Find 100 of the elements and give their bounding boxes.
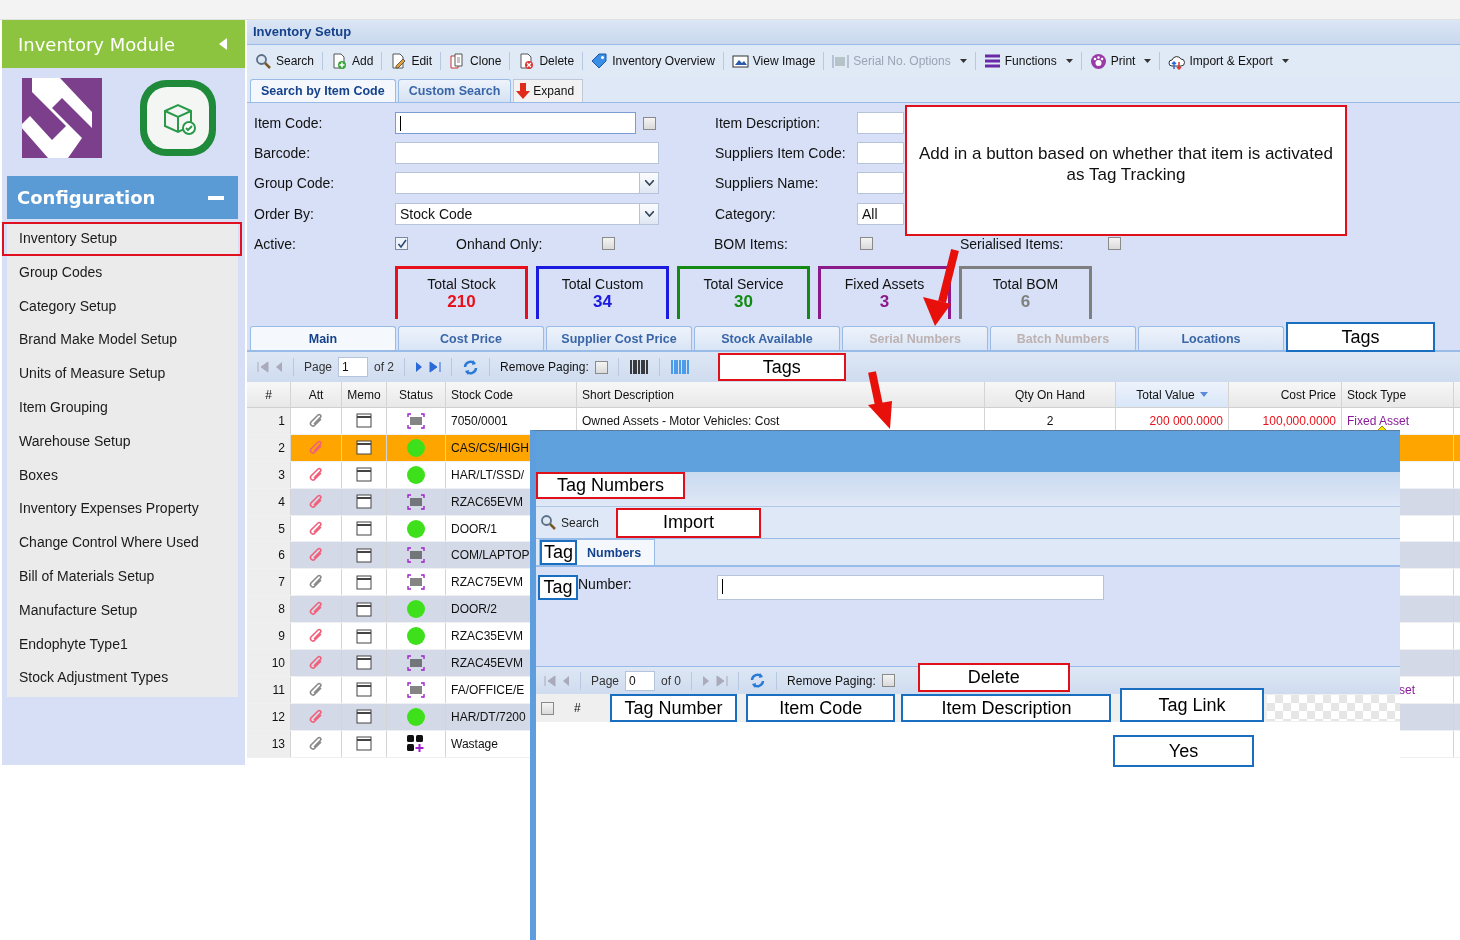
- calendar-icon: [356, 655, 372, 671]
- toolbar-button[interactable]: Import & Export: [1164, 52, 1293, 70]
- field-label: Group Code:: [254, 175, 336, 192]
- field-label: Category:: [715, 205, 777, 222]
- toolbar-button[interactable]: Edit: [386, 52, 437, 70]
- table-cell: CAS/CS/HIGH: [451, 440, 529, 455]
- page-field[interactable]: 0: [625, 670, 656, 691]
- column-header[interactable]: Total Value: [1116, 382, 1229, 407]
- search-button[interactable]: Search: [536, 514, 616, 531]
- checkbox-label: Remove Paging:: [787, 673, 876, 688]
- search-tab[interactable]: Search by Item Code: [250, 79, 396, 102]
- document-delete-icon: [518, 52, 536, 70]
- input-field[interactable]: [857, 112, 904, 135]
- calendar-icon: [356, 547, 372, 563]
- card-value: 30: [734, 291, 753, 312]
- toolbar-button[interactable]: Inventory Overview: [587, 52, 719, 70]
- checkbox-label: Onhand Only:: [456, 235, 544, 252]
- table-cell: Yes: [1113, 735, 1254, 767]
- menu-item[interactable]: Units of Measure Setup: [7, 357, 238, 391]
- menu-item[interactable]: Bill of Materials Setup: [7, 559, 238, 594]
- menu-item[interactable]: Warehouse Setup: [7, 424, 238, 459]
- summary-card[interactable]: Total Service 30: [677, 265, 810, 322]
- grid-tab[interactable]: Supplier Cost Price: [546, 326, 692, 350]
- next-page-icon: [415, 361, 424, 373]
- column-header[interactable]: Att: [291, 382, 342, 407]
- module-title: Inventory Module: [18, 33, 176, 55]
- column-header[interactable]: Stock Code: [446, 382, 577, 407]
- input-field[interactable]: [717, 575, 1104, 600]
- grid-tab[interactable]: Main: [250, 326, 396, 350]
- toolbar-button[interactable]: View Image: [727, 52, 820, 70]
- menu-item[interactable]: Brand Make Model Setup: [7, 323, 238, 358]
- row-number: 7: [247, 569, 291, 596]
- expand-button[interactable]: Expand: [513, 79, 584, 102]
- input-field[interactable]: [395, 142, 659, 165]
- column-header[interactable]: Item Code: [746, 694, 896, 722]
- paw-circle-icon: [1089, 52, 1107, 70]
- menu-item[interactable]: Inventory Setup: [2, 222, 242, 256]
- page-label: Page: [591, 673, 620, 688]
- input-field[interactable]: All: [857, 202, 904, 225]
- summary-card[interactable]: Total Stock 210: [395, 265, 528, 322]
- section-title: Configuration: [17, 187, 156, 208]
- menu-item[interactable]: Inventory Expenses Property: [7, 492, 238, 527]
- menu-item[interactable]: Category Setup: [7, 289, 238, 324]
- menu-item[interactable]: Manufacture Setup: [7, 593, 238, 628]
- calendar-icon: [356, 467, 372, 483]
- menu-item[interactable]: Change Control Where Used: [7, 526, 238, 560]
- grid-tab[interactable]: Tags: [1286, 322, 1435, 352]
- grid-tab[interactable]: Stock Available: [694, 326, 840, 350]
- toolbar-button[interactable]: Clone: [445, 52, 506, 70]
- import-button[interactable]: Import: [616, 507, 761, 538]
- menu-item[interactable]: Endophyte Type1: [7, 627, 238, 662]
- checkbox[interactable]: [643, 116, 656, 130]
- checkbox[interactable]: [860, 237, 873, 251]
- toolbar-button[interactable]: Add: [327, 52, 378, 70]
- column-header[interactable]: Item Description: [901, 694, 1112, 722]
- checkbox[interactable]: [602, 237, 615, 251]
- menu-item[interactable]: Stock Adjustment Types: [7, 661, 238, 696]
- grid-tab[interactable]: Locations: [1138, 326, 1284, 350]
- grid-tab[interactable]: Cost Price: [398, 326, 544, 350]
- input-field[interactable]: [395, 112, 636, 135]
- column-header[interactable]: Memo: [342, 382, 387, 407]
- summary-card[interactable]: Total Custom 34: [536, 265, 669, 322]
- column-header[interactable]: Status: [387, 382, 446, 407]
- previous-page-icon: [275, 361, 283, 373]
- table-cell: RZAC65EVM: [451, 494, 524, 509]
- menu-item[interactable]: Item Grouping: [7, 391, 238, 425]
- dropdown-field[interactable]: [395, 172, 659, 195]
- column-header[interactable]: #: [554, 701, 610, 715]
- menu-item[interactable]: Group Codes: [7, 255, 238, 290]
- toolbar-button[interactable]: Functions: [979, 52, 1077, 70]
- menu-item[interactable]: Boxes: [7, 458, 238, 493]
- barcode-icon: [832, 52, 850, 70]
- search-tab[interactable]: Custom Search: [397, 79, 512, 102]
- column-header[interactable]: Cost Price: [1229, 382, 1342, 407]
- page-field[interactable]: 1: [338, 357, 369, 377]
- field-label: Item Code:: [254, 115, 324, 132]
- toolbar-button[interactable]: Delete: [514, 52, 579, 70]
- row-number: 1: [247, 408, 291, 434]
- first-page-icon: [257, 361, 269, 373]
- input-field[interactable]: [857, 172, 904, 195]
- checkbox[interactable]: [395, 237, 408, 251]
- delete-button[interactable]: Delete: [917, 663, 1070, 692]
- tab[interactable]: Tag Numbers: [539, 539, 655, 565]
- tag-icon: [591, 52, 609, 70]
- column-header[interactable]: Stock Type: [1342, 382, 1454, 407]
- checkbox[interactable]: [881, 674, 895, 687]
- page-label: Page: [304, 360, 333, 374]
- checkbox[interactable]: [1108, 237, 1121, 251]
- input-field[interactable]: [857, 142, 904, 165]
- toolbar-button[interactable]: Print: [1085, 52, 1156, 70]
- dropdown-field[interactable]: Stock Code: [395, 202, 659, 225]
- select-all-checkbox[interactable]: [541, 701, 554, 715]
- toolbar-button[interactable]: Search: [251, 52, 319, 70]
- column-header[interactable]: Tag Link: [1120, 688, 1264, 722]
- checkbox[interactable]: [594, 360, 608, 374]
- column-header[interactable]: Tag Number: [609, 694, 738, 722]
- field-label: Barcode:: [254, 145, 312, 162]
- calendar-icon: [356, 413, 372, 429]
- summary-card[interactable]: Total BOM 6: [959, 265, 1092, 322]
- column-header[interactable]: #: [247, 382, 291, 407]
